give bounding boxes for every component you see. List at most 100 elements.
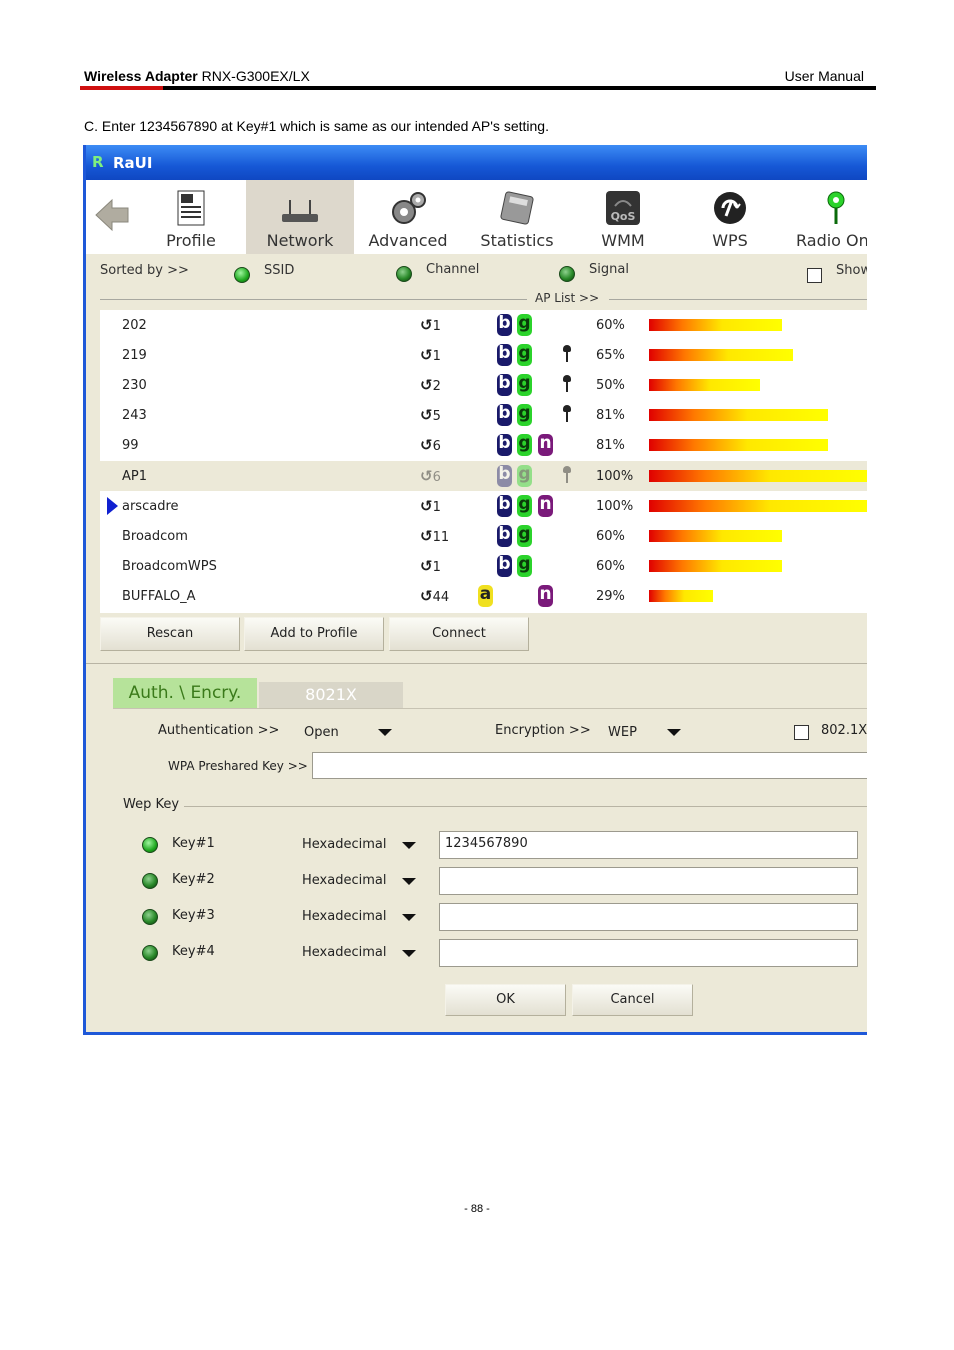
key-format-select[interactable]: Hexadecimal xyxy=(302,909,386,924)
ap-row[interactable]: Broadcom ↺11 b g 60% xyxy=(100,521,867,551)
ap-row[interactable]: 243 ↺5 b g 81% xyxy=(100,400,867,430)
title-bar[interactable]: R RaUI xyxy=(86,145,867,180)
ap-channel-number: 2 xyxy=(432,379,441,395)
ap-channel-number: 6 xyxy=(432,439,441,455)
key-value-input[interactable]: 1234567890 xyxy=(439,831,858,859)
toolbar-profile[interactable]: Profile xyxy=(136,180,246,254)
key-radio-icon[interactable] xyxy=(142,873,158,889)
ap-ssid: AP1 xyxy=(122,468,148,484)
key-radio-icon[interactable] xyxy=(142,945,158,961)
ap-signal: 100% xyxy=(596,498,634,514)
connect-button[interactable]: Connect xyxy=(389,617,529,651)
signal-bar xyxy=(649,409,828,422)
toolbar-wmm[interactable]: QoS WMM xyxy=(572,180,674,254)
signal-bar xyxy=(649,559,782,572)
ap-signal: 60% xyxy=(596,318,625,333)
key-format-select[interactable]: Hexadecimal xyxy=(302,945,386,960)
toolbar-statistics[interactable]: Statistics xyxy=(462,180,572,254)
key-radio-icon[interactable] xyxy=(142,837,158,853)
ap-list: 202 ↺1 b g 60% 219 ↺1 b g 65% 230 ↺2 b g 50% 243 ↺5 b g 81%… xyxy=(100,310,867,613)
ap-signal: 81% xyxy=(596,438,625,454)
dot1x-label: 802.1X xyxy=(821,723,867,738)
ap-ssid: Broadcom xyxy=(122,528,188,544)
ap-row[interactable]: 99 ↺6 b g n 81% xyxy=(100,430,867,460)
ap-row[interactable]: 230 ↺2 b g 50% xyxy=(100,370,867,400)
ap-signal: 81% xyxy=(596,408,625,424)
ap-ssid: arscadre xyxy=(122,498,179,514)
svg-text:QoS: QoS xyxy=(611,210,636,223)
toolbar-statistics-label: Statistics xyxy=(480,231,554,250)
channel-icon: ↺ xyxy=(420,526,433,545)
key-value-input[interactable] xyxy=(439,903,858,931)
toolbar-advanced[interactable]: Advanced xyxy=(354,180,462,254)
key-value-input[interactable] xyxy=(439,939,858,967)
rescan-button[interactable]: Rescan xyxy=(100,617,240,651)
encryption-select[interactable]: WEP xyxy=(608,725,637,740)
ap-row[interactable]: AP1 ↺6 b g 100% xyxy=(100,460,867,491)
radio-icon xyxy=(827,191,845,224)
network-icon xyxy=(282,200,318,222)
back-button[interactable] xyxy=(88,180,136,254)
wpa-key-input[interactable] xyxy=(312,752,867,779)
ap-ssid: BUFFALO_A xyxy=(122,588,196,604)
cancel-button[interactable]: Cancel xyxy=(572,984,693,1016)
ap-row[interactable]: BroadcomWPS ↺1 b g 60% xyxy=(100,551,867,581)
mode-g-icon: g xyxy=(517,344,532,367)
header-rule-accent xyxy=(80,86,163,90)
key-label: Key#4 xyxy=(172,944,215,959)
key-value-input[interactable] xyxy=(439,867,858,895)
key-format-dropdown-icon[interactable] xyxy=(402,842,416,849)
mode-n-icon: n xyxy=(538,434,553,457)
ap-channel: ↺6 xyxy=(420,436,441,454)
mode-g-icon: g xyxy=(517,314,532,336)
sort-ssid[interactable]: SSID xyxy=(264,263,294,278)
channel-icon: ↺ xyxy=(420,556,433,575)
key-format-dropdown-icon[interactable] xyxy=(402,950,416,957)
mode-n-icon: n xyxy=(538,584,553,607)
dot1x-checkbox[interactable] xyxy=(794,725,809,740)
ap-ssid: 219 xyxy=(122,348,147,364)
authentication-select[interactable]: Open xyxy=(304,725,339,740)
ap-ssid: 202 xyxy=(122,318,147,333)
signal-bar xyxy=(649,379,760,392)
mode-g-icon: g xyxy=(517,404,532,427)
add-to-profile-button[interactable]: Add to Profile xyxy=(244,617,384,651)
key-format-dropdown-icon[interactable] xyxy=(402,914,416,921)
ap-row[interactable]: 202 ↺1 b g 60% xyxy=(100,310,867,340)
mode-g-icon: g xyxy=(517,464,532,487)
key-label: Key#1 xyxy=(172,836,215,851)
show-checkbox[interactable] xyxy=(807,268,822,283)
ap-row[interactable]: arscadre ↺1 b g n 100% xyxy=(100,491,867,521)
signal-sort-led-icon[interactable] xyxy=(559,266,575,282)
toolbar-wps[interactable]: WPS xyxy=(674,180,786,254)
ap-channel-number: 44 xyxy=(432,589,450,605)
wep-key-rule xyxy=(184,806,867,807)
tab-8021x[interactable]: 8021X xyxy=(259,682,403,708)
mode-g-icon: g xyxy=(517,434,532,457)
ap-ssid: BroadcomWPS xyxy=(122,558,217,574)
tab-auth-encry[interactable]: Auth. \ Encry. xyxy=(113,678,257,708)
sort-channel[interactable]: Channel xyxy=(426,262,479,277)
ap-channel: ↺6 xyxy=(420,467,441,485)
authentication-dropdown-icon[interactable] xyxy=(378,729,392,736)
ap-channel-number: 1 xyxy=(432,559,441,575)
toolbar-network[interactable]: Network xyxy=(246,180,354,254)
instruction-text: C. Enter 1234567890 at Key#1 which is sa… xyxy=(84,118,549,134)
sort-signal[interactable]: Signal xyxy=(589,262,629,277)
mode-g-icon: g xyxy=(517,374,532,397)
ssid-sort-led-icon[interactable] xyxy=(234,267,250,283)
key-radio-icon[interactable] xyxy=(142,909,158,925)
key-format-dropdown-icon[interactable] xyxy=(402,878,416,885)
key-format-select[interactable]: Hexadecimal xyxy=(302,873,386,888)
encryption-dropdown-icon[interactable] xyxy=(667,729,681,736)
ok-button[interactable]: OK xyxy=(445,984,566,1016)
key-format-select[interactable]: Hexadecimal xyxy=(302,837,386,852)
signal-bar xyxy=(649,439,828,452)
ap-row[interactable]: 219 ↺1 b g 65% xyxy=(100,340,867,370)
toolbar-radio[interactable]: Radio On/ xyxy=(786,180,867,254)
profile-icon xyxy=(177,190,205,226)
channel-sort-led-icon[interactable] xyxy=(396,266,412,282)
connected-arrow-icon xyxy=(107,496,118,515)
ap-channel-number: 1 xyxy=(432,319,441,334)
ap-row[interactable]: BUFFALO_A ↺44 a n 29% xyxy=(100,581,867,611)
